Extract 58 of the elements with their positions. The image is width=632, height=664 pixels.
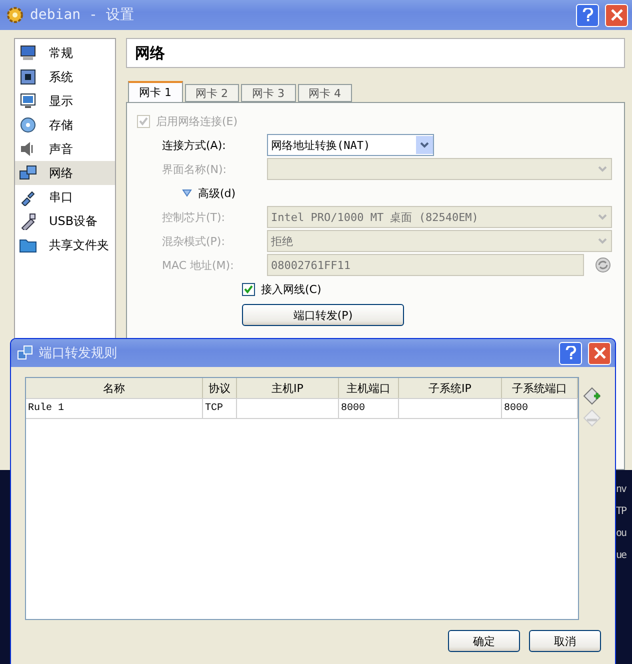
checkbox-label: 启用网络连接(E) (156, 114, 238, 128)
gear-icon (6, 6, 24, 24)
sidebar-item[interactable]: 网络 (15, 161, 115, 185)
chip-icon (19, 68, 37, 86)
sidebar-item[interactable]: 存储 (15, 113, 115, 137)
field-label: 连接方式(A): (161, 138, 227, 152)
field-label: 控制芯片(T): (161, 210, 226, 224)
field-label: 混杂模式(P): (161, 234, 226, 248)
close-icon[interactable] (605, 4, 628, 26)
table-cell: 8000 (502, 399, 578, 418)
table-cell: 8000 (339, 399, 399, 418)
page-title: 网络 (126, 38, 625, 68)
sidebar-item[interactable]: 系统 (15, 65, 115, 89)
close-icon[interactable] (588, 342, 611, 364)
column-header[interactable]: 名称 (26, 378, 203, 398)
refresh-icon[interactable] (594, 256, 612, 274)
column-header[interactable]: 主机端口 (339, 378, 399, 398)
table-cell: TCP (203, 399, 237, 418)
display-icon (19, 92, 37, 110)
sidebar-item[interactable]: USB设备 (15, 209, 115, 233)
column-header[interactable]: 子系统IP (399, 378, 502, 398)
sidebar-item[interactable]: 显示 (15, 89, 115, 113)
terminal-text: ou (616, 528, 628, 539)
usb-icon (19, 212, 37, 230)
terminal-text: ue (616, 550, 628, 561)
window-title: debian - 设置 (30, 6, 135, 24)
expander-label[interactable]: 高级(d) (198, 186, 236, 200)
dialog-title: 端口转发规则 (39, 345, 118, 362)
help-icon[interactable] (559, 342, 582, 364)
add-rule-icon[interactable] (583, 387, 601, 405)
network-icon (19, 164, 37, 182)
caret-down-icon[interactable] (182, 189, 192, 197)
checkbox[interactable] (242, 282, 255, 296)
sidebar-item[interactable]: 共享文件夹 (15, 233, 115, 257)
tab[interactable]: 网卡 4 (298, 84, 352, 102)
checkbox-label: 接入网线(C) (261, 282, 322, 296)
field-label: 界面名称(N): (161, 162, 228, 176)
terminal-text: nv (616, 484, 628, 495)
terminal-text: TP (616, 506, 628, 517)
sidebar-item[interactable]: 常规 (15, 41, 115, 65)
tab[interactable]: 网卡 2 (184, 84, 239, 102)
table-cell: Rule 1 (26, 399, 203, 418)
disc-icon (19, 116, 37, 134)
column-header[interactable]: 协议 (203, 378, 237, 398)
dropdown-field[interactable]: 网络地址转换(NAT) (267, 134, 434, 156)
column-header[interactable]: 子系统端口 (502, 378, 578, 398)
field-label: MAC 地址(M): (161, 258, 235, 272)
cancel-button[interactable]: 取消 (529, 630, 601, 652)
column-header[interactable]: 主机IP (237, 378, 339, 398)
ok-button[interactable]: 确定 (448, 630, 520, 652)
tab[interactable]: 网卡 3 (241, 84, 296, 102)
help-icon[interactable] (576, 4, 599, 26)
network-icon (17, 345, 33, 361)
sidebar-item[interactable]: 声音 (15, 137, 115, 161)
monitor-icon (19, 44, 37, 62)
sidebar-item[interactable]: 串口 (15, 185, 115, 209)
tab[interactable]: 网卡 1 (128, 81, 182, 102)
port-forwarding-button[interactable]: 端口转发(P) (242, 304, 404, 326)
